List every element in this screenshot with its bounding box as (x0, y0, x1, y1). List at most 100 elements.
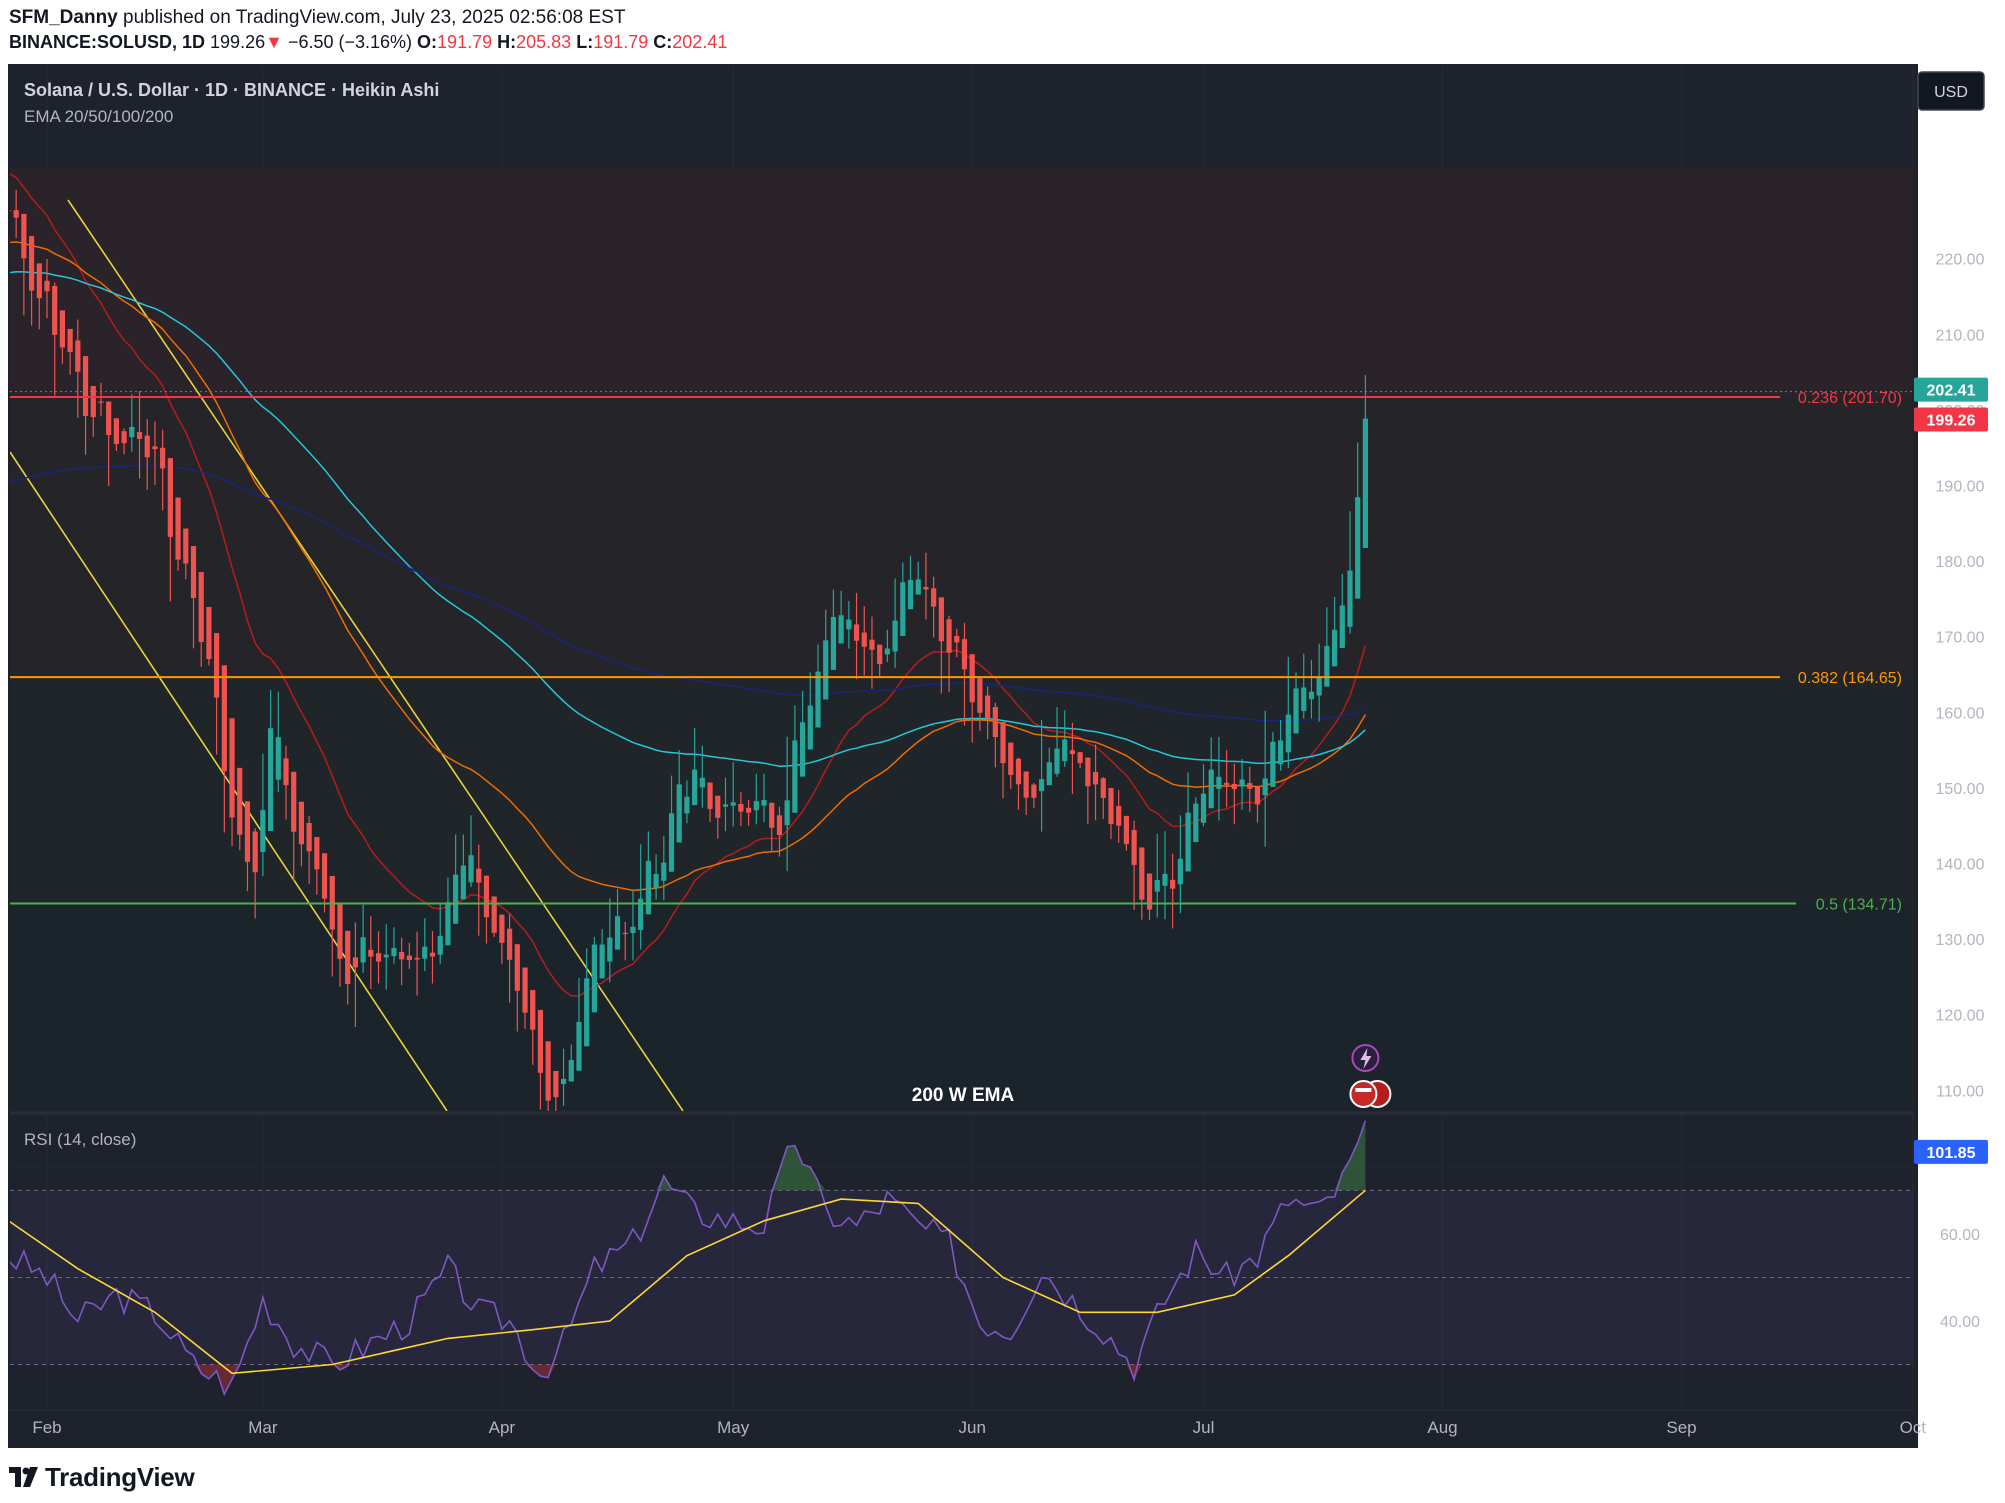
candle-body (90, 386, 96, 418)
candle-body (1200, 793, 1207, 823)
candle-body (614, 916, 621, 950)
candle-body (1031, 784, 1037, 798)
price-tick-label: 120.00 (1936, 1008, 1985, 1025)
candle-body (1285, 714, 1291, 753)
candle-body (52, 286, 58, 335)
price-tick-label: 150.00 (1936, 781, 1985, 798)
time-tick-label: Aug (1427, 1418, 1457, 1437)
candle-body (1239, 779, 1245, 787)
price-tick-label: 190.00 (1936, 479, 1985, 496)
price-tick-label: 170.00 (1936, 630, 1985, 647)
candle-body (1054, 748, 1060, 774)
candle-body (414, 957, 420, 960)
candle-body (1262, 778, 1268, 796)
candle-body (746, 807, 752, 813)
candle-body (28, 236, 35, 291)
candle-body (98, 401, 104, 403)
candle-body (1085, 757, 1091, 787)
candle-body (584, 978, 590, 1047)
candle-body (607, 937, 613, 962)
candle-body (1362, 418, 1369, 548)
candle-body (776, 815, 783, 836)
candle-body (291, 771, 297, 832)
candle-body (391, 948, 397, 957)
candle-body (375, 953, 382, 962)
candle-body (67, 328, 73, 353)
ema-200w-label: 200 W EMA (912, 1085, 1015, 1106)
candle-body (13, 210, 19, 218)
chart-canvas[interactable]: 0.236 (201.70) 0.382 (164.65) 0.5 (134.71)… (0, 0, 2005, 1503)
currency-button[interactable]: USD (1917, 71, 1985, 111)
price-tag-1[interactable]: 199.26 (1914, 407, 1988, 432)
candle-body (730, 802, 736, 806)
rsi-legend[interactable]: RSI (14, close) (24, 1130, 136, 1149)
candle-body (707, 782, 713, 809)
candle-body (661, 862, 667, 881)
candle-body (214, 633, 220, 698)
candle-body (445, 902, 451, 946)
price-tick-label: 140.00 (1936, 857, 1985, 874)
chart-title: Solana / U.S. Dollar · 1D · BINANCE · He… (24, 80, 439, 100)
candle-body (306, 823, 312, 852)
candle-body (576, 1021, 582, 1071)
candle-body (1100, 778, 1106, 798)
candle-body (946, 619, 952, 653)
candle-body (977, 678, 983, 713)
candle-body (892, 620, 898, 652)
candle-body (1324, 646, 1330, 687)
candle-body (429, 952, 436, 957)
candle-body (1092, 771, 1099, 785)
candle-body (198, 572, 204, 643)
zone-above-0236 (10, 167, 1913, 398)
candle-body (283, 758, 289, 786)
price-tag-0[interactable]: 202.41 (1914, 377, 1988, 402)
candle-body (368, 949, 374, 957)
candle-body (44, 280, 50, 292)
candle-body (1216, 776, 1222, 789)
time-tick-label: Feb (32, 1418, 61, 1437)
ema-legend[interactable]: EMA 20/50/100/200 (24, 107, 173, 126)
candle-body (360, 937, 366, 963)
candle-body (591, 944, 598, 1013)
candle-body (252, 831, 258, 873)
footer: TradingView (0, 1448, 2005, 1503)
candle-body (830, 616, 837, 670)
candle-body (1000, 722, 1006, 764)
candle-body (1254, 785, 1261, 805)
candle-body (183, 528, 189, 564)
candle-body (969, 654, 975, 703)
candle-body (113, 418, 119, 444)
candle-body (1316, 677, 1322, 696)
candle-body (1008, 742, 1014, 775)
fib-label: 0.382 (164.65) (1798, 670, 1902, 687)
candle-body (692, 769, 698, 806)
tradingview-logo[interactable]: TradingView (9, 1462, 195, 1492)
price-tick-label: 160.00 (1936, 705, 1985, 722)
candle-body (406, 955, 412, 961)
candle-body (622, 932, 628, 935)
candle-body (954, 635, 960, 643)
candle-body (422, 946, 428, 959)
candle-body (985, 695, 991, 719)
candle-body (861, 632, 867, 647)
candle-body (560, 1078, 567, 1085)
candle-body (823, 640, 829, 700)
candle-body (907, 579, 914, 610)
candle-body (314, 837, 320, 870)
candle-body (1046, 762, 1052, 786)
candle-body (129, 426, 135, 438)
price-tick-label: 180.00 (1936, 554, 1985, 571)
candle-body (530, 990, 536, 1030)
candle-body (468, 855, 474, 883)
rsi-tick-label: 40.00 (1940, 1314, 1980, 1331)
price-tag-2[interactable]: 101.85 (1914, 1139, 1988, 1164)
rsi-tick-label: 60.00 (1940, 1227, 1980, 1244)
candle-body (1185, 812, 1191, 872)
candle-body (229, 718, 235, 818)
candle-body (237, 767, 243, 835)
us-flag-icon-2 (1349, 1080, 1378, 1108)
candle-body (553, 1070, 559, 1098)
candle-body (337, 902, 343, 959)
candle-body (1062, 739, 1068, 762)
candle-body (568, 1059, 574, 1082)
